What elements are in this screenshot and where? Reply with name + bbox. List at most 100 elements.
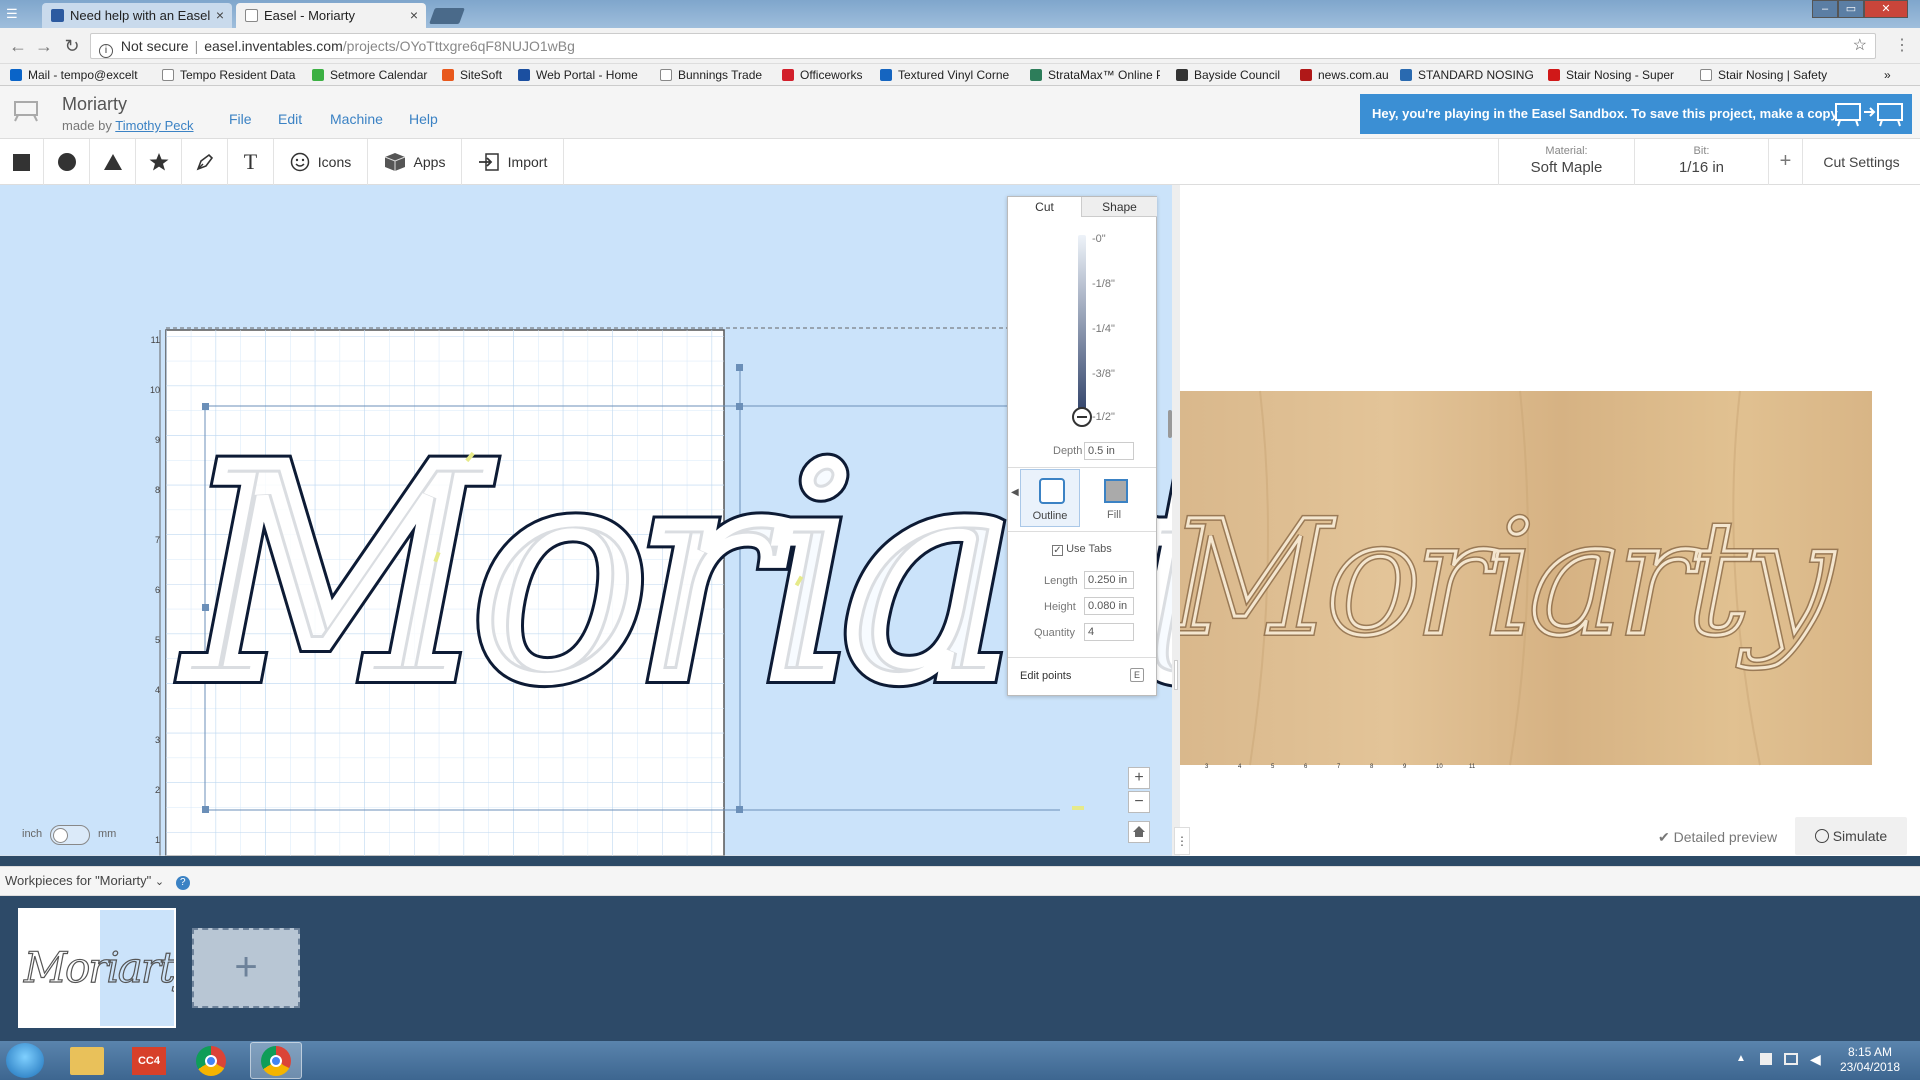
chrome-active-taskbar-icon[interactable] [250,1042,302,1079]
add-bit-button[interactable]: + [1768,139,1802,185]
add-workpiece-button[interactable]: + [192,928,300,1008]
edit-points-button[interactable]: Edit points E [1008,663,1156,691]
triangle-icon [103,154,122,170]
home-view-button[interactable] [1128,821,1150,843]
menu-help[interactable]: Help [409,111,438,127]
project-title[interactable]: Moriarty [62,94,127,115]
sandbox-banner[interactable]: Hey, you're playing in the Easel Sandbox… [1360,94,1912,134]
outline-option[interactable]: Outline [1020,469,1080,527]
chrome-app-icon[interactable]: ☰ [6,6,26,22]
bookmark-item[interactable]: Tempo Resident Data [162,67,296,83]
tab-quantity-label: Quantity [1034,627,1075,639]
bookmark-item[interactable]: STANDARD NOSING [1400,67,1536,83]
tray-up-arrow-icon[interactable]: ▲ [1736,1053,1746,1064]
network-icon[interactable] [1784,1053,1798,1065]
rotate-handle[interactable] [736,364,743,371]
chrome-taskbar-icon[interactable] [196,1046,226,1076]
apps-button[interactable]: Apps [368,139,462,185]
zoom-out-button[interactable]: − [1128,791,1150,813]
bookmark-item[interactable]: Textured Vinyl Corne [880,67,1014,83]
bookmark-item[interactable]: StrataMax™ Online P [1030,67,1160,83]
zoom-in-button[interactable]: + [1128,767,1150,789]
menu-file[interactable]: File [229,111,252,127]
chrome-menu-icon[interactable]: ⋮ [1890,34,1914,58]
bookmark-item[interactable]: news.com.au [1300,67,1390,83]
address-bar[interactable]: i Not secure | easel.inventables.com/proje… [90,33,1876,59]
collapse-arrow-icon[interactable]: ◀ [1011,487,1019,498]
info-icon[interactable]: i [99,44,113,58]
close-tab-icon[interactable]: × [410,3,418,28]
material-selector[interactable]: Material: Soft Maple [1498,139,1634,185]
menu-edit[interactable]: Edit [278,111,302,127]
menu-machine[interactable]: Machine [330,111,383,127]
tab-length-input[interactable]: 0.250 in [1084,571,1134,589]
bookmarks-overflow[interactable]: » [1884,67,1904,83]
tab-cut[interactable]: Cut [1008,197,1082,217]
text-tool-button[interactable]: T [228,139,274,185]
tab-easel-moriarty[interactable]: Easel - Moriarty × [236,3,426,28]
pane-divider[interactable] [1172,185,1180,856]
bookmark-item[interactable]: Bayside Council [1176,67,1286,83]
close-window-button[interactable]: ✕ [1864,0,1908,18]
detailed-preview-toggle[interactable]: ✔ Detailed preview [1658,829,1777,846]
bookmark-item[interactable]: Stair Nosing | Safety [1700,67,1836,83]
minimize-button[interactable]: – [1812,0,1838,18]
new-tab-button[interactable] [429,8,465,24]
tab-easel-help[interactable]: Need help with an Easel × [42,3,232,28]
close-tab-icon[interactable]: × [216,3,224,28]
import-button[interactable]: Import [462,139,564,185]
tab-marker[interactable] [1072,806,1084,810]
bookmark-item[interactable]: Officeworks [782,67,882,83]
forward-icon[interactable]: → [32,34,56,58]
triangle-tool-button[interactable] [90,139,136,185]
bayside-icon [1176,69,1188,81]
preview-menu-icon[interactable]: ⋮ [1174,827,1190,855]
bookmark-item[interactable]: Stair Nosing - Super [1548,67,1688,83]
chevron-down-icon[interactable]: ⌄ [155,876,164,888]
maximize-button[interactable]: ▭ [1838,0,1864,18]
units-toggle[interactable]: inch mm [22,825,132,845]
back-icon[interactable]: ← [6,34,30,58]
bookmark-item[interactable]: Mail - tempo@excelt [10,67,144,83]
star-tool-button[interactable] [136,139,182,185]
selection-handle[interactable] [736,806,743,813]
depth-input[interactable]: 0.5 in [1084,442,1134,460]
clock[interactable]: 8:15 AM 23/04/2018 [1830,1045,1910,1075]
use-tabs-checkbox[interactable]: ✓ Use Tabs [1052,543,1112,556]
bookmark-item[interactable]: Bunnings Trade [660,67,770,83]
easel-logo-icon[interactable] [12,100,40,122]
circle-tool-button[interactable] [44,139,90,185]
help-icon[interactable]: ? [175,876,190,890]
cc4-icon[interactable]: CC4 [132,1047,166,1075]
circle-icon [57,153,76,171]
workpieces-header[interactable]: Workpieces for "Moriarty" ⌄ ? [0,866,1920,896]
text-icon: T [243,149,258,174]
pen-tool-button[interactable] [182,139,228,185]
bookmark-item[interactable]: Web Portal - Home [518,67,648,83]
tab-quantity-input[interactable]: 4 [1084,623,1134,641]
bookmark-item[interactable]: Setmore Calendar [312,67,432,83]
bookmark-item[interactable]: SiteSoft [442,67,522,83]
design-canvas[interactable]: Moriarty Moriarty 11 10 9 8 7 6 5 4 3 2 … [0,185,1172,856]
cut-settings-button[interactable]: Cut Settings [1802,139,1920,185]
fill-option[interactable]: Fill [1084,469,1144,527]
icons-button[interactable]: Icons [274,139,368,185]
square-tool-button[interactable] [0,139,44,185]
flag-icon[interactable] [1760,1053,1772,1065]
start-button[interactable] [6,1043,44,1078]
file-explorer-icon[interactable] [70,1047,104,1075]
selection-handle[interactable] [202,806,209,813]
cut-settings-panel: Cut Shape -0" -1/8" -1/4" -3/8" -1/2" De… [1007,196,1157,696]
workpiece-thumbnail[interactable]: Moriarty [18,908,176,1028]
tab-shape[interactable]: Shape [1082,197,1157,217]
tab-height-input[interactable]: 0.080 in [1084,597,1134,615]
url-path: /projects/OYoTttxgre6qF8NUJO1wBg [342,38,575,54]
reload-icon[interactable]: ↻ [60,34,84,58]
bookmark-star-icon[interactable]: ☆ [1853,34,1867,58]
author-link[interactable]: Timothy Peck [115,118,193,133]
volume-icon[interactable]: ◀ [1810,1051,1821,1068]
depth-slider-handle[interactable] [1072,407,1092,427]
simulate-button[interactable]: Simulate [1795,817,1907,855]
bit-selector[interactable]: Bit: 1/16 in [1634,139,1768,185]
depth-slider[interactable] [1078,235,1086,419]
